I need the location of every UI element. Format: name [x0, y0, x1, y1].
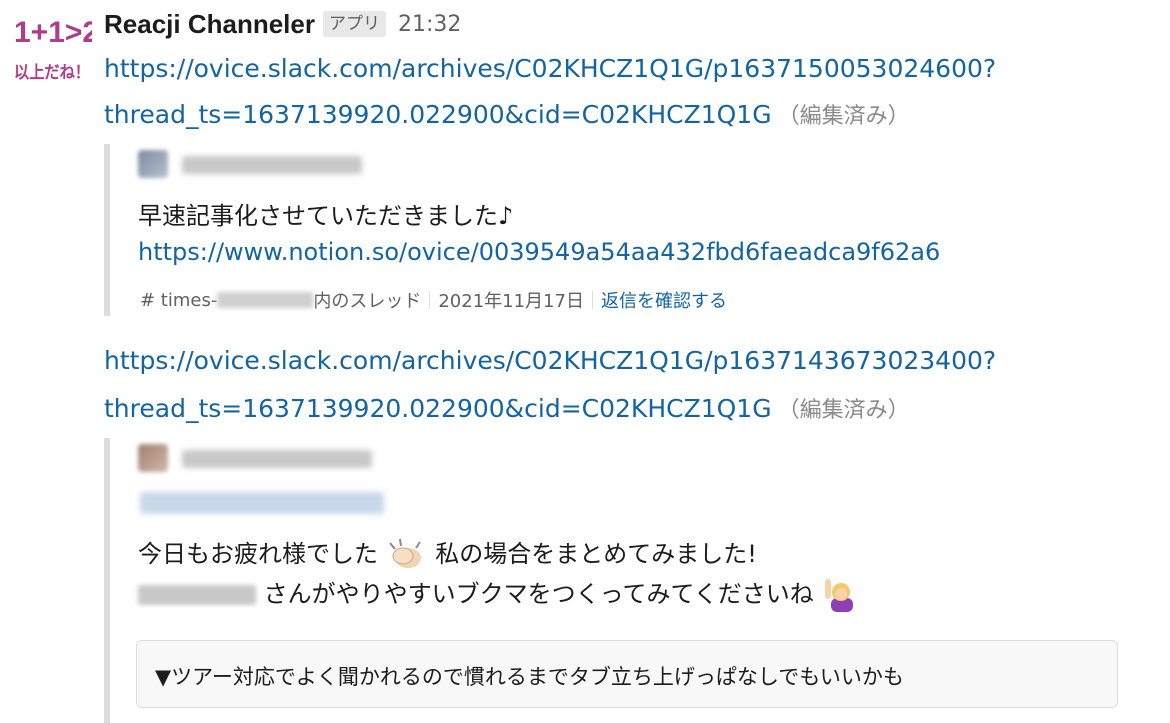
app-badge: アプリ	[322, 11, 386, 37]
quote-author-avatar[interactable]	[138, 444, 168, 472]
collapsed-details-toggle[interactable]: ▼ツアー対応でよく聞かれるので慣れるまでタブ立ち上げっぱなしでもいいかも	[136, 640, 1118, 708]
clapping-hands-icon	[388, 538, 421, 568]
edited-label: （編集済み）	[777, 398, 910, 423]
meta-divider	[429, 291, 431, 309]
quote-link[interactable]: https://www.notion.so/ovice/0039549a54aa…	[138, 238, 940, 266]
channel-prefix[interactable]: # times-	[140, 290, 217, 311]
view-reply-link[interactable]: 返信を確認する	[601, 287, 727, 313]
quote-author-avatar[interactable]	[138, 150, 168, 178]
channel-suffix: 内のスレッド	[313, 291, 422, 312]
quote-text-line2-text: さんがやりやすいブクマをつくってみてくださいね	[263, 580, 814, 608]
timestamp[interactable]: 21:32	[398, 12, 461, 37]
message-link-line2-text[interactable]: thread_ts=1637139920.022900&cid=C02KHCZ1…	[104, 394, 772, 423]
quoted-message: 早速記事化させていただきました♪ https://www.notion.so/o…	[104, 144, 940, 316]
quote-author-name[interactable]	[182, 156, 362, 174]
mention-redacted[interactable]	[140, 492, 384, 514]
avatar-text-line2: 以上だね！	[14, 63, 90, 83]
message-link-line1[interactable]: https://ovice.slack.com/archives/C02KHCZ…	[104, 346, 996, 375]
edited-label: （編集済み）	[777, 104, 910, 129]
quote-text: 早速記事化させていただきました♪	[138, 202, 514, 230]
message-link-line2: thread_ts=1637139920.022900&cid=C02KHCZ1…	[104, 392, 910, 424]
person-raising-hand-icon	[825, 579, 854, 612]
quote-text-line1-b: 私の場合をまとめてみました!	[435, 540, 757, 568]
bot-name[interactable]: Reacji Channeler	[104, 9, 315, 40]
app-avatar[interactable]: 1+1>2 以上だね！	[12, 8, 92, 84]
quote-text-line2: さんがやりやすいブクマをつくってみてくださいね	[138, 574, 859, 614]
message-header: Reacji Channeler アプリ 21:32	[104, 4, 461, 44]
avatar-text-line1: 1+1>2	[14, 16, 92, 49]
quote-meta: # times- 内のスレッド 2021年11月17日 返信を確認する	[140, 287, 727, 313]
name-redacted	[138, 585, 256, 605]
message-link-line2-text[interactable]: thread_ts=1637139920.022900&cid=C02KHCZ1…	[104, 100, 772, 129]
quote-author-name[interactable]	[182, 450, 372, 468]
meta-divider	[591, 291, 593, 309]
details-summary[interactable]: ▼ツアー対応でよく聞かれるので慣れるまでタブ立ち上げっぱなしでもいいかも	[155, 661, 904, 691]
message-link-line1[interactable]: https://ovice.slack.com/archives/C02KHCZ…	[104, 54, 996, 83]
channel-name-redacted	[217, 292, 314, 308]
quote-text-line1-a: 今日もお疲れ様でした	[138, 540, 378, 568]
message-link-line2: thread_ts=1637139920.022900&cid=C02KHCZ1…	[104, 98, 910, 130]
quote-text-line1: 今日もお疲れ様でした 私の場合をまとめてみました!	[138, 534, 757, 572]
quote-date[interactable]: 2021年11月17日	[438, 287, 584, 313]
quoted-message: 今日もお疲れ様でした 私の場合をまとめてみました! さんがやりやすいブクマをつく…	[104, 438, 854, 723]
